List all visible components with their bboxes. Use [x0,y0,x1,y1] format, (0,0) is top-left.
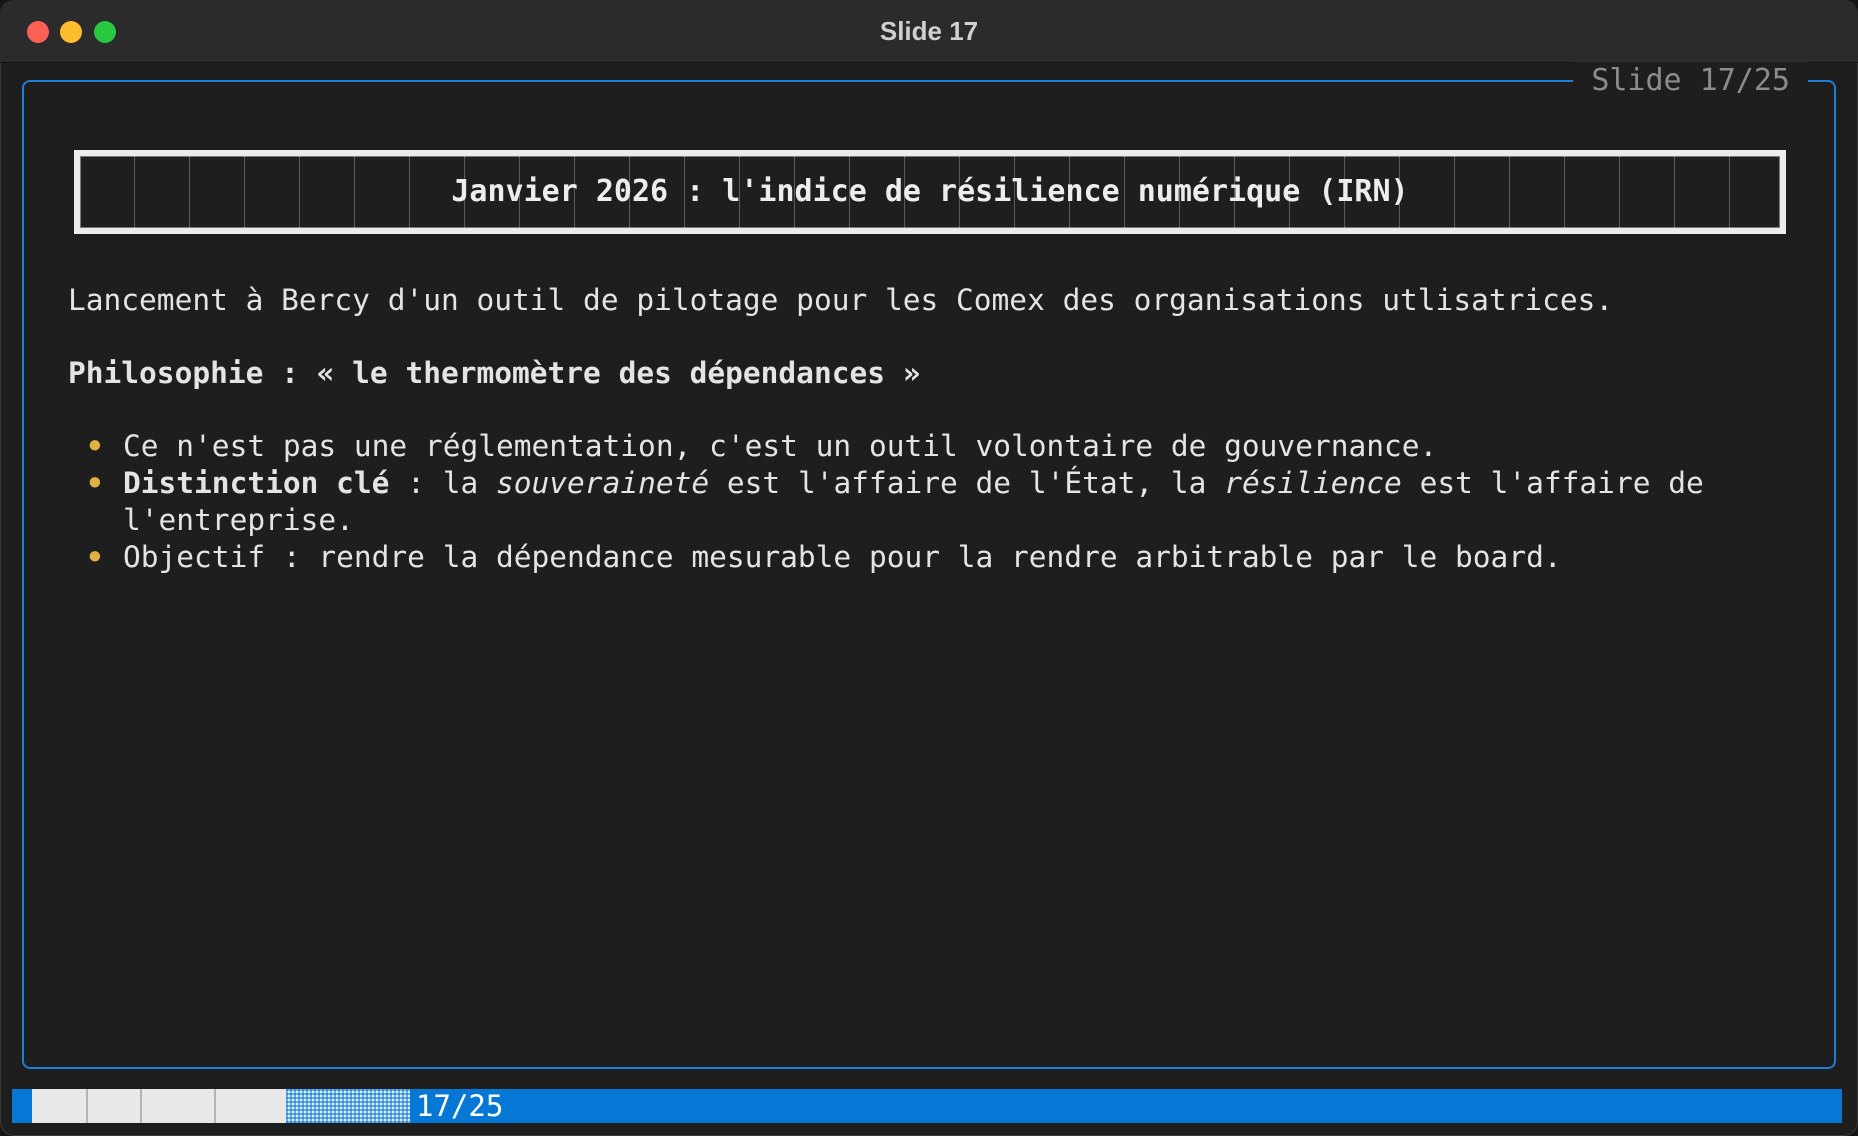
bullet-list: • Ce n'est pas une réglementation, c'est… [68,428,1788,576]
progress-divider [86,1089,88,1123]
list-item: • Ce n'est pas une réglementation, c'est… [68,428,1788,465]
bullet-text: est l'affaire de [1401,466,1704,500]
bullet-text: : la [389,466,496,500]
intro-paragraph: Lancement à Bercy d'un outil de pilotage… [68,283,1614,317]
slide-title-box: Janvier 2026 : l'indice de résilience nu… [74,150,1786,234]
bullet-text: Objectif : rendre la dépendance mesurabl… [123,540,1562,574]
progress-divider [140,1089,142,1123]
progress-divider [214,1089,216,1123]
bullet-italic-term: résilience [1224,466,1402,500]
progress-completed [32,1089,286,1123]
window-title: Slide 17 [879,16,979,46]
bullet-icon: • [86,466,104,500]
list-item: • Distinction clé : la souveraineté est … [68,465,1788,539]
title-bar: Slide 17 [0,0,1858,63]
bullet-text: Ce n'est pas une réglementation, c'est u… [123,429,1438,463]
status-bar: 17/25 [12,1089,1842,1123]
slide-content: Lancement à Bercy d'un outil de pilotage… [68,282,1788,576]
bullet-bold-term: Distinction clé [123,466,390,500]
slide-title: Janvier 2026 : l'indice de résilience nu… [451,174,1409,209]
slide-indicator: Slide 17/25 [1573,62,1808,100]
terminal-window: Slide 17 Slide 17/25 Janvier 2026 : l'in… [0,0,1858,1136]
bullet-continuation: l'entreprise. [123,503,354,537]
slide-counter: 17/25 [416,1089,504,1123]
list-item: • Objectif : rendre la dépendance mesura… [68,539,1788,576]
bullet-icon: • [86,429,104,463]
bullet-text: est l'affaire de l'État, la [709,466,1225,500]
philosophy-heading: Philosophie : « le thermomètre des dépen… [68,356,921,390]
bullet-italic-term: souveraineté [496,466,710,500]
bullet-line: Distinction clé : la souveraineté est l'… [123,465,1788,502]
progress-current [286,1089,410,1123]
bullet-icon: • [86,540,104,574]
